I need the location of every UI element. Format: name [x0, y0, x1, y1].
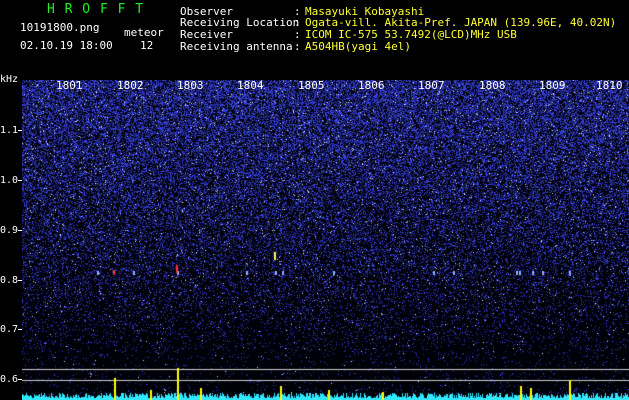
- antenna-label: Receiving antenna: [180, 40, 293, 53]
- separator: :: [294, 40, 301, 53]
- observation-datetime: 02.10.19 18:00: [20, 39, 113, 52]
- minute-label: 1806: [358, 79, 385, 92]
- minute-label: 1810: [596, 79, 623, 92]
- receiver-value: ICOM IC-575 53.7492(@LCD)MHz USB: [305, 28, 517, 41]
- receiver-label: Receiver: [180, 28, 233, 41]
- separator: :: [294, 28, 301, 41]
- separator: :: [294, 16, 301, 29]
- location-value: Ogata-vill. Akita-Pref. JAPAN (139.96E, …: [305, 16, 617, 29]
- meteor-label: meteor: [124, 26, 164, 39]
- frequency-axis: kHz 1.1 1.0 0.9 0.8 0.7 0.6: [0, 70, 22, 400]
- minute-label: 1809: [539, 79, 566, 92]
- file-name: 10191800.png: [20, 21, 100, 34]
- axis-unit: kHz: [0, 74, 19, 85]
- minute-label: 1804: [237, 79, 264, 92]
- minute-label: 1807: [418, 79, 445, 92]
- antenna-value: A504HB(yagi 4el): [305, 40, 411, 53]
- spectrogram-canvas: [22, 80, 629, 400]
- app-logo: H R O F F T: [47, 2, 145, 17]
- minute-label: 1802: [117, 79, 144, 92]
- minute-label: 1801: [56, 79, 83, 92]
- minute-label: 1803: [177, 79, 204, 92]
- location-label: Receiving Location: [180, 16, 300, 29]
- meteor-count: 12: [140, 39, 154, 52]
- minute-label: 1808: [479, 79, 506, 92]
- minute-label: 1805: [298, 79, 325, 92]
